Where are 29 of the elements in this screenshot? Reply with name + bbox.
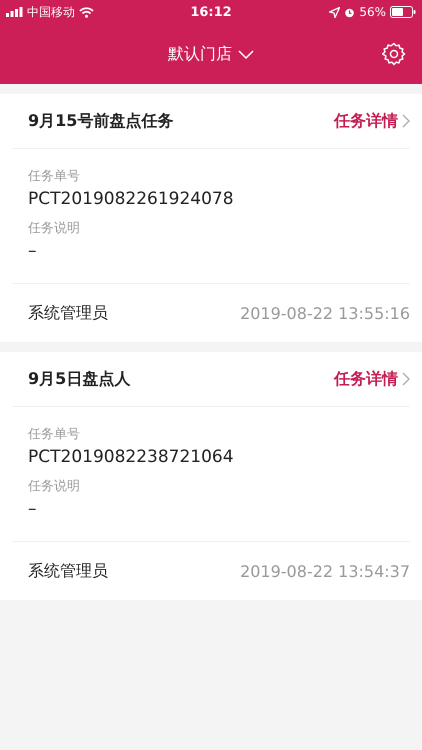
task-details-link[interactable]: 任务详情: [334, 368, 410, 390]
wifi-icon: [79, 6, 94, 18]
chevron-right-icon: [402, 372, 410, 386]
field-value: –: [28, 241, 38, 261]
field-label: 任务单号: [28, 426, 81, 443]
task-title: 9月5日盘点人: [28, 368, 130, 390]
store-title[interactable]: 默认门店: [168, 44, 232, 64]
field-value: –: [28, 499, 38, 519]
task-title: 9月15号前盘点任务: [28, 110, 174, 132]
clock-time: 16:12: [190, 4, 232, 20]
creator-name: 系统管理员: [28, 302, 108, 324]
carrier-name: 中国移动: [27, 4, 75, 20]
task-details-link[interactable]: 任务详情: [334, 110, 410, 132]
chevron-right-icon: [402, 114, 410, 128]
alarm-clock-icon: [344, 6, 356, 18]
field-label: 任务单号: [28, 168, 81, 185]
battery-icon: [390, 6, 416, 18]
chevron-down-icon[interactable]: [238, 50, 254, 58]
battery-percent: 56%: [359, 5, 386, 19]
field-label: 任务说明: [28, 478, 81, 495]
signal-icon: [6, 7, 23, 17]
field-value: PCT2019082261924078: [28, 189, 235, 209]
created-time: 2019-08-22 13:55:16: [240, 304, 410, 322]
location-arrow-icon: [329, 6, 340, 18]
field-value: PCT2019082238721064: [28, 447, 235, 467]
settings-icon[interactable]: [382, 42, 406, 66]
created-time: 2019-08-22 13:54:37: [240, 562, 410, 580]
field-label: 任务说明: [28, 220, 81, 237]
creator-name: 系统管理员: [28, 560, 108, 582]
